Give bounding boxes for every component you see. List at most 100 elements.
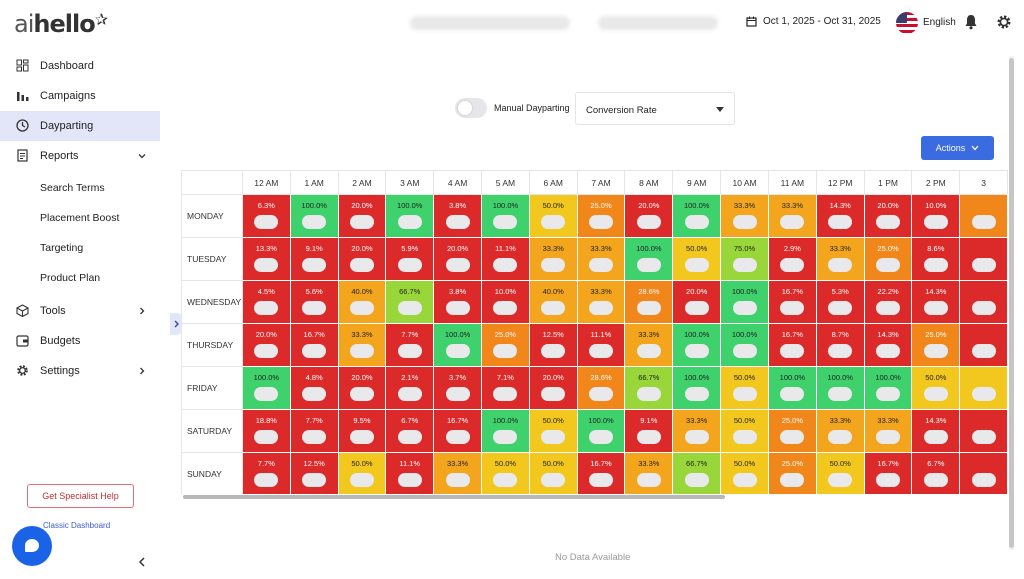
heatmap-cell[interactable]: 100.0% xyxy=(863,366,913,410)
hour-toggle-switch[interactable] xyxy=(541,344,566,358)
heatmap-cell[interactable]: 6.7% xyxy=(911,452,961,494)
hour-toggle-switch[interactable] xyxy=(684,430,709,444)
hour-toggle-switch[interactable] xyxy=(589,258,613,272)
hour-toggle-switch[interactable] xyxy=(780,301,805,315)
sidebar-item-dashboard[interactable]: Dashboard xyxy=(0,51,160,81)
heatmap-cell[interactable]: 33.3% xyxy=(433,452,483,494)
hour-toggle-switch[interactable] xyxy=(732,430,757,444)
heatmap-cell[interactable]: 50.0% xyxy=(672,237,722,281)
hour-toggle-switch[interactable] xyxy=(302,258,327,272)
hour-toggle-switch[interactable] xyxy=(923,387,948,401)
hour-toggle-switch[interactable] xyxy=(254,473,279,487)
hour-toggle-switch[interactable] xyxy=(302,344,327,358)
heatmap-cell[interactable]: 20.0% xyxy=(241,323,291,367)
heatmap-cell[interactable]: 25.0% xyxy=(576,194,626,238)
hour-toggle-switch[interactable] xyxy=(876,430,901,444)
heatmap-cell[interactable]: 66.7% xyxy=(624,366,674,410)
hour-toggle-switch[interactable] xyxy=(732,344,757,358)
heatmap-cell[interactable]: 100.0% xyxy=(672,194,722,238)
sidebar-item-campaigns[interactable]: Campaigns xyxy=(0,81,160,111)
hour-toggle-switch[interactable] xyxy=(541,258,566,272)
heatmap-cell[interactable]: 5.6% xyxy=(289,280,339,324)
heatmap-cell[interactable]: 11.1% xyxy=(481,237,530,281)
heatmap-cell[interactable]: 50.0% xyxy=(337,452,387,494)
heatmap-cell[interactable]: 100.0% xyxy=(672,366,722,410)
hour-toggle-switch[interactable] xyxy=(445,473,470,487)
heatmap-cell[interactable]: 2.1% xyxy=(385,366,435,410)
heatmap-cell[interactable]: 11.1% xyxy=(385,452,435,494)
sidebar-subitem-placement-boost[interactable]: Placement Boost xyxy=(40,212,119,224)
heatmap-cell[interactable]: 5.9% xyxy=(385,237,435,281)
heatmap-cell[interactable]: 18.8% xyxy=(241,409,291,453)
heatmap-cell[interactable]: 12.5% xyxy=(289,452,339,494)
hour-toggle-switch[interactable] xyxy=(541,430,566,444)
hour-toggle-switch[interactable] xyxy=(636,301,661,315)
heatmap-cell[interactable]: 13.3% xyxy=(241,237,291,281)
hour-toggle-switch[interactable] xyxy=(349,258,374,272)
hour-toggle-switch[interactable] xyxy=(493,301,518,315)
heatmap-cell[interactable]: 100.0% xyxy=(481,409,530,453)
account-selector-blurred[interactable] xyxy=(410,16,570,30)
heatmap-cell[interactable]: 33.3% xyxy=(815,237,865,281)
heatmap-cell[interactable]: 14.3% xyxy=(911,280,961,324)
heatmap-cell[interactable]: 100.0% xyxy=(576,409,626,453)
hour-toggle-switch[interactable] xyxy=(589,215,613,229)
sidebar-item-reports[interactable]: Reports xyxy=(0,141,160,171)
heatmap-cell[interactable]: 50.0% xyxy=(481,452,530,494)
heatmap-cell[interactable] xyxy=(959,366,1008,410)
hour-toggle-switch[interactable] xyxy=(636,258,661,272)
heatmap-cell[interactable]: 10.0% xyxy=(911,194,961,238)
heatmap-cell[interactable]: 100.0% xyxy=(815,366,865,410)
heatmap-cell[interactable]: 20.0% xyxy=(528,366,578,410)
hour-toggle-switch[interactable] xyxy=(541,215,566,229)
hour-toggle-switch[interactable] xyxy=(445,344,470,358)
hour-toggle-switch[interactable] xyxy=(732,301,757,315)
heatmap-cell[interactable]: 33.3% xyxy=(815,409,865,453)
sidebar-item-tools[interactable]: Tools xyxy=(0,296,160,326)
heatmap-cell[interactable]: 20.0% xyxy=(624,194,674,238)
hour-toggle-switch[interactable] xyxy=(397,215,422,229)
hour-toggle-switch[interactable] xyxy=(636,344,661,358)
heatmap-cell[interactable]: 16.7% xyxy=(767,280,817,324)
heatmap-cell[interactable]: 66.7% xyxy=(672,452,722,494)
hour-toggle-switch[interactable] xyxy=(732,387,757,401)
hour-toggle-switch[interactable] xyxy=(828,473,853,487)
hour-toggle-switch[interactable] xyxy=(828,430,853,444)
hour-toggle-switch[interactable] xyxy=(589,430,613,444)
heatmap-cell[interactable]: 16.7% xyxy=(289,323,339,367)
heatmap-cell[interactable]: 11.1% xyxy=(576,323,626,367)
hour-toggle-switch[interactable] xyxy=(732,258,757,272)
hour-toggle-switch[interactable] xyxy=(876,258,901,272)
heatmap-cell[interactable]: 75.0% xyxy=(720,237,769,281)
heatmap-cell[interactable]: 9.1% xyxy=(624,409,674,453)
hour-toggle-switch[interactable] xyxy=(589,473,613,487)
heatmap-cell[interactable]: 33.3% xyxy=(576,237,626,281)
heatmap-cell[interactable]: 50.0% xyxy=(720,409,769,453)
us-flag-icon[interactable] xyxy=(896,12,918,34)
hour-toggle-switch[interactable] xyxy=(828,258,853,272)
sidebar-item-settings[interactable]: Settings xyxy=(0,356,160,386)
manual-dayparting-toggle[interactable] xyxy=(455,98,487,118)
heatmap-cell[interactable]: 33.3% xyxy=(720,194,769,238)
date-range-picker[interactable]: Oct 1, 2025 - Oct 31, 2025 xyxy=(746,16,881,27)
hour-toggle-switch[interactable] xyxy=(780,344,805,358)
heatmap-cell[interactable]: 50.0% xyxy=(911,366,961,410)
hour-toggle-switch[interactable] xyxy=(636,215,661,229)
metric-select[interactable]: Conversion Rate xyxy=(575,92,735,125)
hour-toggle-switch[interactable] xyxy=(349,387,374,401)
heatmap-cell[interactable]: 3.7% xyxy=(433,366,483,410)
heatmap-cell[interactable]: 50.0% xyxy=(528,409,578,453)
hour-toggle-switch[interactable] xyxy=(923,215,948,229)
heatmap-cell[interactable]: 3.8% xyxy=(433,280,483,324)
heatmap-cell[interactable]: 7.7% xyxy=(385,323,435,367)
heatmap-cell[interactable]: 14.3% xyxy=(815,194,865,238)
hour-toggle-switch[interactable] xyxy=(971,473,996,487)
hour-toggle-switch[interactable] xyxy=(636,430,661,444)
hour-toggle-switch[interactable] xyxy=(923,344,948,358)
heatmap-cell[interactable] xyxy=(959,409,1008,453)
collapse-sidebar-icon[interactable] xyxy=(137,556,147,568)
hour-toggle-switch[interactable] xyxy=(302,473,327,487)
hour-toggle-switch[interactable] xyxy=(923,473,948,487)
heatmap-cell[interactable]: 20.0% xyxy=(337,237,387,281)
hour-toggle-switch[interactable] xyxy=(589,301,613,315)
